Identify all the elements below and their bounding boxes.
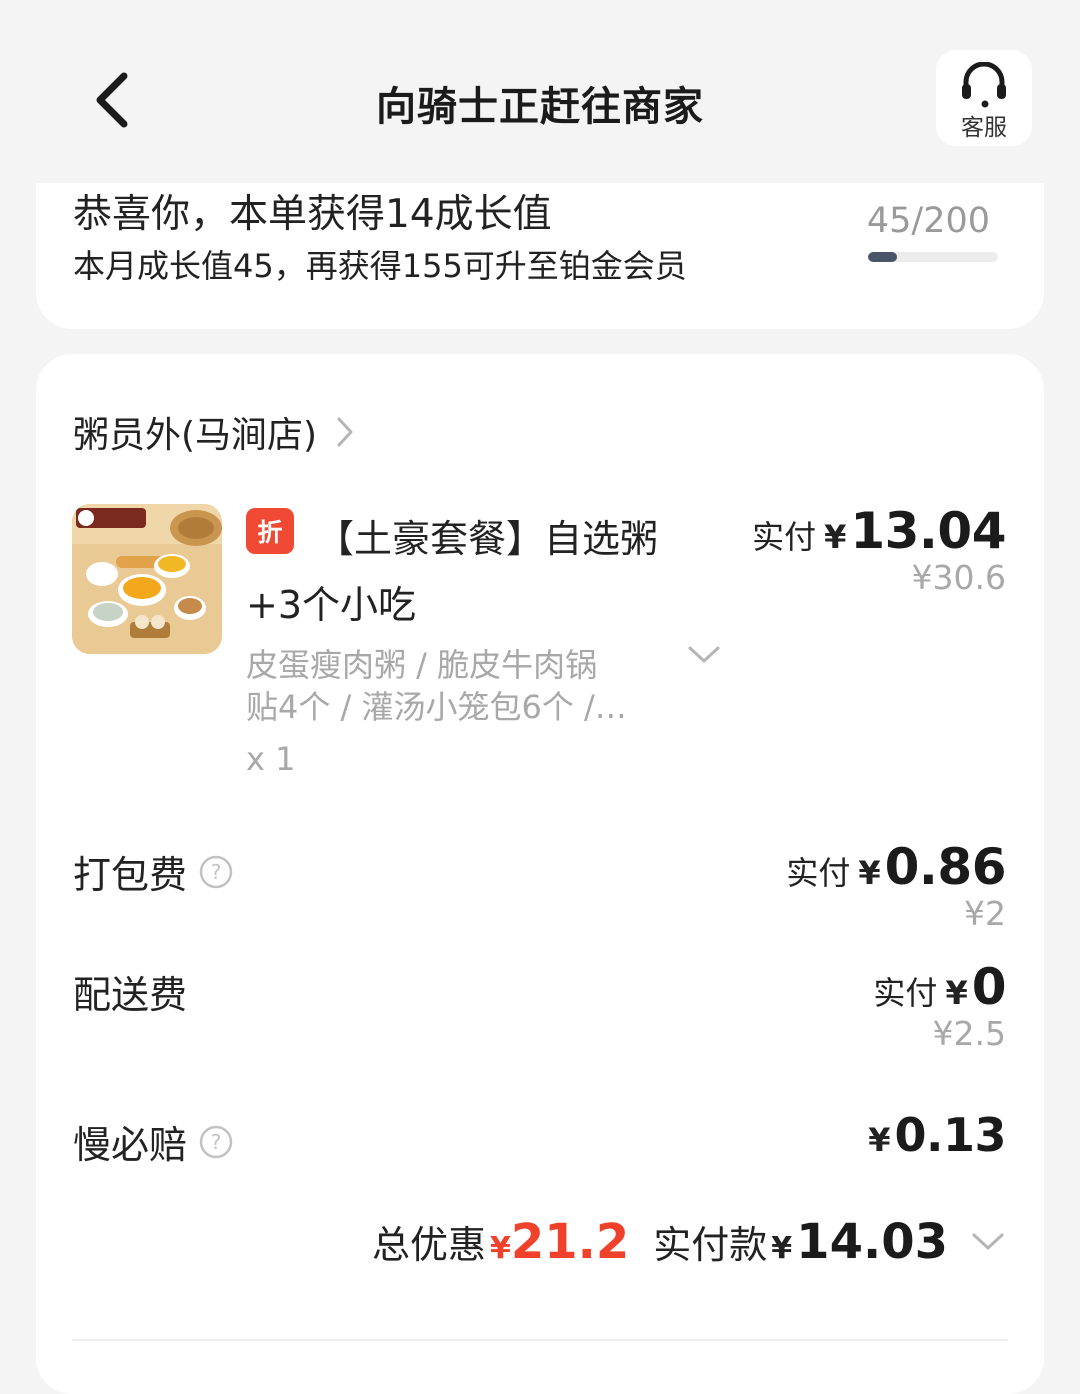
- expand-description-chevron-icon[interactable]: [686, 644, 722, 666]
- store-link[interactable]: 粥员外(马涧店): [73, 408, 355, 456]
- packing-fee-label: 打包费 ?: [73, 844, 233, 899]
- packing-currency: ¥: [858, 854, 881, 892]
- order-card: 粥员外(马涧店) 折 【土豪套餐】自选粥 +3个小吃 皮蛋瘦肉粥 / 脆皮牛肉锅…: [36, 354, 1044, 1394]
- top-bar: 向骑士正赶往商家 客服: [0, 0, 1080, 183]
- slow-compensation-label: 慢必赔 ?: [73, 1114, 233, 1169]
- packing-paid-label: 实付: [786, 854, 851, 892]
- total-paid-amount: 14.03: [796, 1214, 948, 1270]
- total-paid-label: 实付款: [653, 1223, 768, 1267]
- customer-service-label: 客服: [961, 115, 1007, 141]
- item-quantity: x 1: [246, 740, 296, 778]
- chevron-right-icon: [337, 417, 353, 447]
- growth-subtitle: 本月成长值45，再获得155可升至铂金会员: [73, 247, 687, 285]
- growth-progress-fill: [868, 252, 898, 262]
- customer-service-button[interactable]: 客服: [936, 50, 1032, 146]
- headset-icon: [962, 62, 1006, 108]
- total-paid-currency: ¥: [771, 1231, 793, 1266]
- delivery-fee-label: 配送费: [73, 964, 187, 1019]
- delivery-currency: ¥: [945, 974, 968, 1012]
- total-discount-currency: ¥: [489, 1231, 511, 1266]
- growth-progress-text: 45/200: [866, 201, 990, 241]
- svg-text:?: ?: [211, 860, 222, 884]
- expand-total-chevron-icon[interactable]: [970, 1231, 1006, 1253]
- item-description-continued: 贴4个 / 灌汤小笼包6个 /…: [246, 688, 627, 726]
- slow-amount: 0.13: [894, 1108, 1007, 1162]
- delivery-paid-amount: 0: [971, 958, 1007, 1016]
- total-discount-amount: 21.2: [510, 1214, 630, 1270]
- growth-card: 恭喜你，本单获得14成长值 本月成长值45，再获得155可升至铂金会员 45/2…: [36, 183, 1044, 329]
- discount-badge: 折: [246, 508, 294, 554]
- growth-title: 恭喜你，本单获得14成长值: [73, 192, 552, 237]
- slow-compensation-text: 慢必赔: [73, 1123, 188, 1167]
- delivery-fee-text: 配送费: [73, 973, 188, 1017]
- divider: [72, 1339, 1008, 1341]
- item-image[interactable]: [72, 504, 222, 654]
- delivery-paid-label: 实付: [873, 974, 938, 1012]
- slow-currency: ¥: [868, 1121, 891, 1159]
- item-original-price: ¥30.6: [911, 558, 1006, 597]
- total-discount-label: 总优惠: [371, 1223, 486, 1267]
- item-name: 【土豪套餐】自选粥: [316, 517, 659, 561]
- slow-compensation-price: ¥ 0.13: [868, 1108, 1006, 1162]
- item-description: 皮蛋瘦肉粥 / 脆皮牛肉锅: [246, 646, 598, 684]
- svg-text:?: ?: [211, 1130, 222, 1154]
- growth-progress-bar: [868, 252, 998, 262]
- page-title: 向骑士正赶往商家: [376, 84, 704, 130]
- item-currency: ¥: [824, 518, 847, 556]
- item-paid-amount: 13.04: [850, 502, 1006, 560]
- total-summary: 总优惠 ¥ 21.2 实付款 ¥ 14.03: [372, 1214, 1006, 1270]
- packing-fee-text: 打包费: [73, 853, 188, 897]
- question-icon[interactable]: ?: [199, 855, 233, 889]
- delivery-original-price: ¥2.5: [932, 1014, 1006, 1053]
- packing-original-price: ¥2: [964, 894, 1006, 933]
- packing-paid-amount: 0.86: [884, 838, 1007, 896]
- packing-fee-price: 实付 ¥ 0.86 ¥2: [786, 838, 1006, 933]
- item-paid-label: 实付: [752, 518, 817, 556]
- item-price: 实付 ¥ 13.04 ¥30.6: [752, 502, 1006, 597]
- food-photo-icon: [72, 504, 222, 654]
- item-name-continued: +3个小吃: [246, 583, 417, 627]
- question-icon[interactable]: ?: [199, 1125, 233, 1159]
- delivery-fee-price: 实付 ¥ 0 ¥2.5: [873, 958, 1006, 1053]
- store-name: 粥员外(马涧店): [73, 415, 318, 456]
